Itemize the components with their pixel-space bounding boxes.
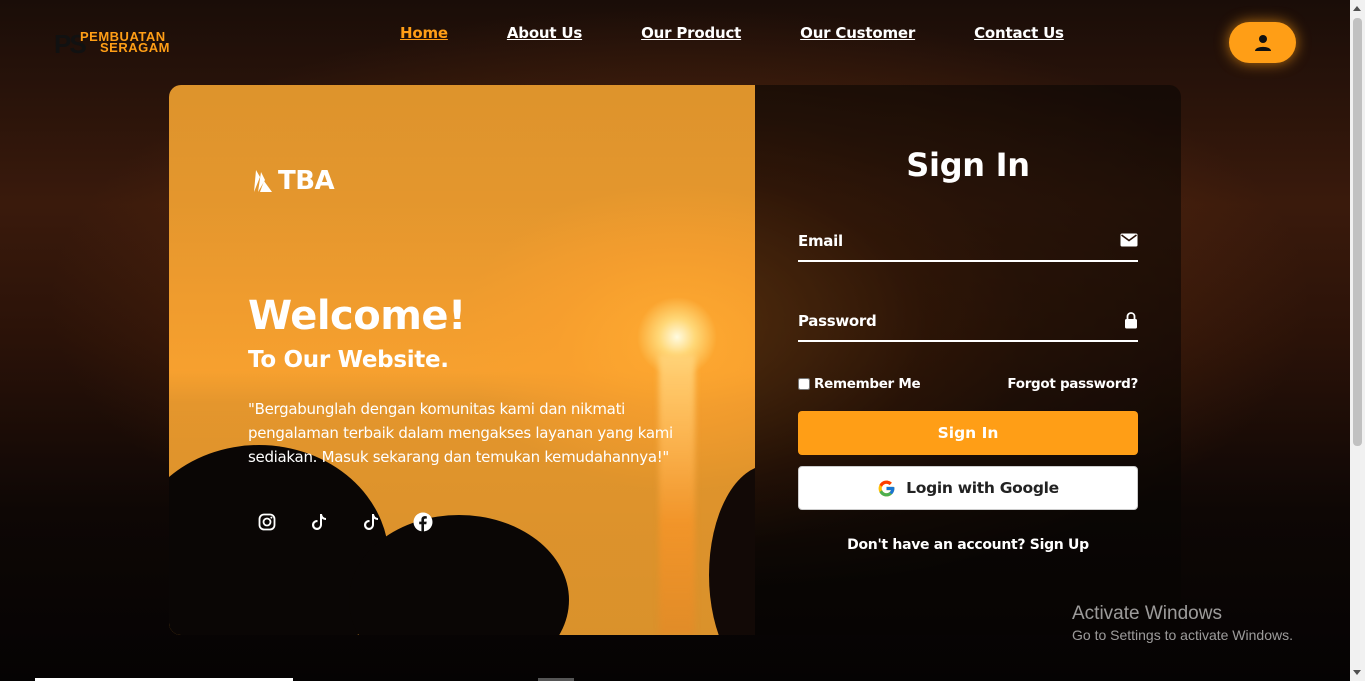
tiktok-icon[interactable] [309,512,329,532]
remember-me-label: Remember Me [814,376,921,392]
google-login-label: Login with Google [906,479,1059,497]
activation-title: Activate Windows [1072,603,1222,624]
nav-our-customer[interactable]: Our Customer [800,24,915,42]
brand-logo-icon [254,170,272,192]
site-header: PS PEMBUATAN SERAGAM Home About Us Our P… [0,0,1350,80]
welcome-quote: "Bergabunglah dengan komunitas kami dan … [248,400,673,466]
lock-icon [1124,312,1138,333]
password-field[interactable] [798,302,1098,340]
welcome-subtitle: To Our Website. [248,347,449,373]
remember-me-checkbox[interactable] [798,378,810,390]
tiktok-icon[interactable] [361,512,381,532]
signin-title: Sign In [906,146,1030,184]
nav-our-product[interactable]: Our Product [641,24,741,42]
scrollbar-thumb[interactable] [1353,18,1362,446]
signin-button[interactable]: Sign In [798,411,1138,455]
signup-link[interactable]: Sign Up [1030,537,1089,553]
email-field-wrapper [798,222,1138,262]
password-field-wrapper [798,302,1138,342]
social-links [257,512,465,532]
user-icon [1254,34,1271,51]
google-icon [877,479,896,498]
welcome-heading: Welcome! [248,293,466,339]
mail-icon [1120,232,1138,251]
brand-name: TBA [278,166,335,196]
scroll-up-arrow-icon[interactable] [1353,6,1361,11]
nav-contact-us[interactable]: Contact Us [974,24,1064,42]
remember-me[interactable]: Remember Me [798,376,921,392]
activation-subtitle: Go to Settings to activate Windows. [1072,627,1293,643]
signup-prompt-text: Don't have an account? [847,537,1026,553]
brand-tba: TBA [252,166,335,196]
rock-shape [709,465,755,635]
nav-home[interactable]: Home [400,24,448,42]
windows-activation-watermark: Activate Windows Go to Settings to activ… [1072,603,1293,643]
site-logo[interactable]: PS PEMBUATAN SERAGAM [54,27,194,59]
signup-prompt: Don't have an account? Sign Up [798,537,1138,553]
page-scrollbar[interactable] [1350,0,1365,681]
user-account-button[interactable] [1229,22,1296,63]
main-nav: Home About Us Our Product Our Customer C… [400,24,1064,42]
logo-line2: SERAGAM [100,40,170,55]
nav-about-us[interactable]: About Us [507,24,582,42]
instagram-icon[interactable] [257,512,277,532]
scroll-down-arrow-icon[interactable] [1353,670,1361,675]
email-field[interactable] [798,222,1098,260]
facebook-icon[interactable] [413,512,433,532]
google-login-button[interactable]: Login with Google [798,466,1138,510]
forgot-password-link[interactable]: Forgot password? [1007,376,1138,392]
